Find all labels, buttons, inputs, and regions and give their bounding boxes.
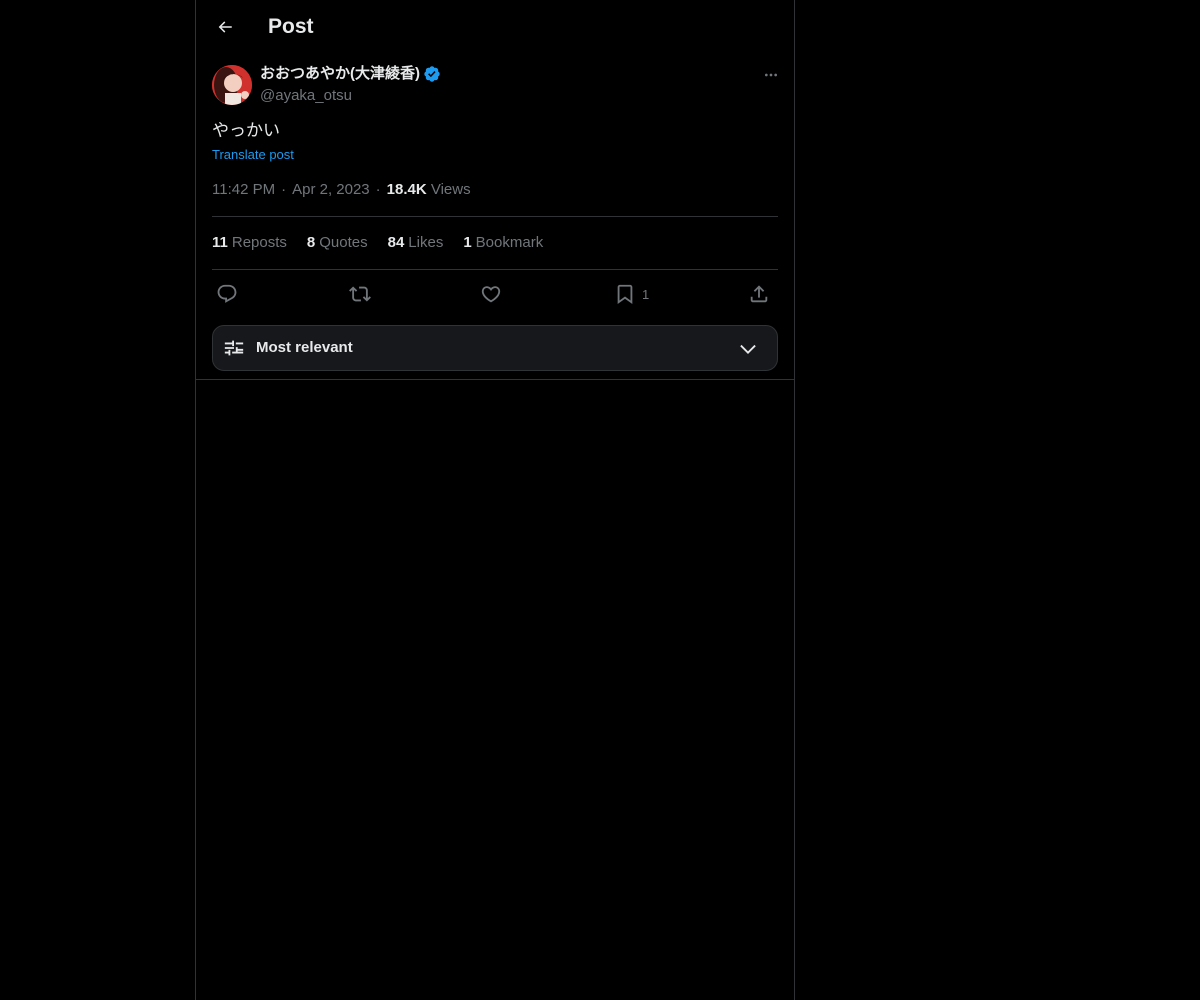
share-button[interactable] bbox=[748, 279, 770, 309]
avatar-image bbox=[212, 65, 252, 105]
share-icon bbox=[750, 285, 768, 303]
action-bar: 1 bbox=[212, 279, 778, 309]
post-meta: 11:42 PM · Apr 2, 2023 · 18.4K Views bbox=[212, 180, 471, 200]
stat-quotes-count: 8 bbox=[306, 234, 316, 251]
sort-replies-dropdown[interactable]: Most relevant bbox=[212, 325, 778, 371]
views-label: Views bbox=[430, 181, 471, 198]
stat-reposts[interactable]: 11 Reposts bbox=[212, 233, 287, 253]
back-button[interactable] bbox=[208, 10, 242, 44]
author-display-name[interactable]: おおつあやか(大津綾香) bbox=[260, 64, 441, 84]
meta-separator: · bbox=[281, 181, 287, 198]
more-options-button[interactable] bbox=[760, 64, 782, 86]
views-count: 18.4K bbox=[386, 181, 427, 198]
bookmark-button[interactable]: 1 bbox=[614, 279, 649, 309]
sort-label: Most relevant bbox=[256, 339, 353, 356]
repost-button[interactable] bbox=[349, 279, 371, 309]
author-handle[interactable]: @ayaka_otsu bbox=[260, 86, 352, 106]
stat-quotes-label: Quotes bbox=[319, 234, 368, 251]
heart-icon bbox=[481, 286, 501, 303]
like-button[interactable] bbox=[480, 279, 502, 309]
stat-reposts-count: 11 bbox=[212, 234, 228, 251]
stat-reposts-label: Reposts bbox=[231, 234, 287, 251]
page-title: Post bbox=[268, 15, 314, 38]
post-header: Post bbox=[196, 0, 794, 53]
post-column: Post おおつあやか(大津綾香) @ayaka_otsu やっかい Trans… bbox=[195, 0, 795, 1000]
chevron-down-icon bbox=[740, 344, 756, 354]
reply-icon bbox=[217, 284, 237, 303]
author-name-text: おおつあやか(大津綾香) bbox=[260, 65, 420, 82]
post-text: やっかい bbox=[212, 121, 280, 141]
repost-icon bbox=[349, 286, 371, 302]
stat-bookmarks[interactable]: 1 Bookmark bbox=[463, 233, 543, 253]
divider bbox=[212, 269, 778, 270]
stat-likes[interactable]: 84 Likes bbox=[388, 233, 444, 253]
post-time[interactable]: 11:42 PM bbox=[212, 181, 275, 198]
section-divider bbox=[196, 379, 794, 380]
post-date[interactable]: Apr 2, 2023 bbox=[292, 181, 370, 198]
arrow-left-icon bbox=[218, 21, 232, 33]
stat-likes-count: 84 bbox=[387, 234, 405, 251]
avatar[interactable] bbox=[212, 65, 252, 105]
translate-post-link[interactable]: Translate post bbox=[212, 146, 294, 164]
stat-quotes[interactable]: 8 Quotes bbox=[307, 233, 368, 253]
stat-bookmarks-label: Bookmark bbox=[475, 234, 544, 251]
filter-sliders-icon bbox=[224, 340, 244, 356]
post-stats: 11 Reposts 8 Quotes 84 Likes 1 Bookmark bbox=[212, 233, 563, 253]
reply-button[interactable] bbox=[216, 279, 238, 309]
divider bbox=[212, 216, 778, 217]
stat-likes-label: Likes bbox=[408, 234, 444, 251]
verified-badge-icon bbox=[423, 65, 441, 83]
bookmark-count: 1 bbox=[642, 286, 650, 302]
stat-bookmarks-count: 1 bbox=[463, 234, 472, 251]
bookmark-icon bbox=[617, 284, 633, 305]
meta-separator: · bbox=[375, 181, 381, 198]
more-dots-icon bbox=[765, 73, 777, 77]
